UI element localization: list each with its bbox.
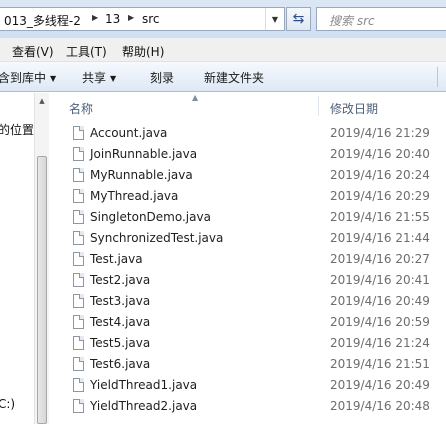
- address-bar-row: 013_多线程-2 ▶ 13 ▶ src ▼ ⇆ 搜索 src: [0, 0, 446, 38]
- file-date-modified: 2019/4/16 20:49: [330, 378, 430, 392]
- file-name[interactable]: Test4.java: [90, 315, 150, 329]
- file-name[interactable]: Test2.java: [90, 273, 150, 287]
- java-file-icon: [73, 147, 84, 161]
- file-name[interactable]: YieldThread2.java: [90, 399, 197, 413]
- nav-scrollbar[interactable]: ▲: [34, 93, 49, 424]
- menu-bar: 查看(V) 工具(T) 帮助(H): [0, 38, 446, 62]
- breadcrumb-src[interactable]: src: [142, 12, 160, 26]
- scroll-up-arrow-icon[interactable]: ▲: [35, 93, 49, 109]
- java-file-icon: [73, 294, 84, 308]
- file-date-modified: 2019/4/16 21:55: [330, 210, 430, 224]
- file-name[interactable]: Test5.java: [90, 336, 150, 350]
- file-name[interactable]: Test3.java: [90, 294, 150, 308]
- include-in-library-label: 含到库中: [0, 71, 47, 85]
- breadcrumb-arrow-icon[interactable]: ▶: [92, 13, 98, 22]
- share-button[interactable]: 共享 ▼: [82, 69, 116, 86]
- toolbar-divider: [437, 67, 438, 87]
- file-date-modified: 2019/4/16 21:29: [330, 126, 430, 140]
- file-date-modified: 2019/4/16 20:27: [330, 252, 430, 266]
- nav-item-drive-c[interactable]: C:): [0, 397, 15, 411]
- sort-ascending-icon: ▲: [192, 93, 199, 102]
- breadcrumb-arrow-icon[interactable]: ▶: [128, 13, 134, 22]
- chevron-down-icon[interactable]: ▼: [265, 8, 284, 30]
- file-date-modified: 2019/4/16 20:41: [330, 273, 430, 287]
- file-date-modified: 2019/4/16 20:49: [330, 294, 430, 308]
- file-row[interactable]: JoinRunnable.java 2019/4/16 20:40: [50, 144, 446, 165]
- file-date-modified: 2019/4/16 20:59: [330, 315, 430, 329]
- column-divider[interactable]: [318, 96, 319, 116]
- java-file-icon: [73, 315, 84, 329]
- java-file-icon: [73, 252, 84, 266]
- file-row[interactable]: YieldThread1.java 2019/4/16 20:49: [50, 375, 446, 396]
- java-file-icon: [73, 273, 84, 287]
- file-name[interactable]: MyThread.java: [90, 189, 178, 203]
- file-row[interactable]: SynchronizedTest.java 2019/4/16 21:44: [50, 228, 446, 249]
- file-name[interactable]: Test6.java: [90, 357, 150, 371]
- java-file-icon: [73, 357, 84, 371]
- file-name[interactable]: Test.java: [90, 252, 143, 266]
- java-file-icon: [73, 378, 84, 392]
- file-date-modified: 2019/4/16 21:51: [330, 357, 430, 371]
- breadcrumb-013-multithread-2[interactable]: 013_多线程-2: [4, 12, 81, 29]
- file-name[interactable]: MyRunnable.java: [90, 168, 193, 182]
- file-date-modified: 2019/4/16 20:29: [330, 189, 430, 203]
- file-name[interactable]: SynchronizedTest.java: [90, 231, 223, 245]
- breadcrumb-13[interactable]: 13: [105, 12, 120, 26]
- file-row[interactable]: MyRunnable.java 2019/4/16 20:24: [50, 165, 446, 186]
- java-file-icon: [73, 189, 84, 203]
- file-row[interactable]: YieldThread2.java 2019/4/16 20:48: [50, 396, 446, 417]
- file-name[interactable]: Account.java: [90, 126, 167, 140]
- java-file-icon: [73, 231, 84, 245]
- file-list: ▲ 名称 修改日期 Account.java 2019/4/16 21:29 Joi…: [50, 93, 446, 424]
- file-row[interactable]: Account.java 2019/4/16 21:29: [50, 123, 446, 144]
- caret-down-icon: ▼: [50, 74, 57, 83]
- file-row[interactable]: Test4.java 2019/4/16 20:59: [50, 312, 446, 333]
- nav-item-locations[interactable]: 的位置: [0, 121, 34, 138]
- java-file-icon: [73, 210, 84, 224]
- file-row[interactable]: Test.java 2019/4/16 20:27: [50, 249, 446, 270]
- java-file-icon: [73, 399, 84, 413]
- navigation-pane: 的位置 C:) ▲: [0, 93, 50, 424]
- refresh-button[interactable]: ⇆: [286, 7, 311, 31]
- file-row[interactable]: Test5.java 2019/4/16 21:24: [50, 333, 446, 354]
- menu-help[interactable]: 帮助(H): [122, 43, 164, 60]
- nav-scrollbar-thumb[interactable]: [37, 156, 47, 424]
- menu-view[interactable]: 查看(V): [12, 43, 54, 60]
- new-folder-button[interactable]: 新建文件夹: [204, 69, 264, 86]
- refresh-icon: ⇆: [292, 11, 305, 27]
- file-date-modified: 2019/4/16 20:48: [330, 399, 430, 413]
- file-row[interactable]: Test6.java 2019/4/16 21:51: [50, 354, 446, 375]
- burn-button[interactable]: 刻录: [150, 69, 174, 86]
- caret-down-icon: ▼: [110, 74, 117, 83]
- share-label: 共享: [82, 71, 107, 85]
- file-row[interactable]: MyThread.java 2019/4/16 20:29: [50, 186, 446, 207]
- file-date-modified: 2019/4/16 20:24: [330, 168, 430, 182]
- file-name[interactable]: SingletonDemo.java: [90, 210, 211, 224]
- java-file-icon: [73, 336, 84, 350]
- menu-tools[interactable]: 工具(T): [66, 43, 107, 60]
- java-file-icon: [73, 126, 84, 140]
- file-name[interactable]: JoinRunnable.java: [90, 147, 197, 161]
- file-row[interactable]: Test2.java 2019/4/16 20:41: [50, 270, 446, 291]
- file-date-modified: 2019/4/16 20:40: [330, 147, 430, 161]
- column-header-name[interactable]: 名称: [69, 100, 93, 117]
- include-in-library-button[interactable]: 含到库中 ▼: [0, 69, 56, 86]
- command-bar: 含到库中 ▼ 共享 ▼ 刻录 新建文件夹: [0, 62, 446, 92]
- java-file-icon: [73, 168, 84, 182]
- file-name[interactable]: YieldThread1.java: [90, 378, 197, 392]
- search-placeholder: 搜索 src: [329, 14, 375, 28]
- column-header-row: ▲ 名称 修改日期: [50, 93, 446, 117]
- column-header-date-modified[interactable]: 修改日期: [330, 100, 378, 117]
- address-bar[interactable]: 013_多线程-2 ▶ 13 ▶ src ▼: [0, 7, 285, 31]
- file-date-modified: 2019/4/16 21:24: [330, 336, 430, 350]
- file-row[interactable]: SingletonDemo.java 2019/4/16 21:55: [50, 207, 446, 228]
- file-date-modified: 2019/4/16 21:44: [330, 231, 430, 245]
- search-input[interactable]: 搜索 src: [316, 7, 446, 31]
- file-row[interactable]: Test3.java 2019/4/16 20:49: [50, 291, 446, 312]
